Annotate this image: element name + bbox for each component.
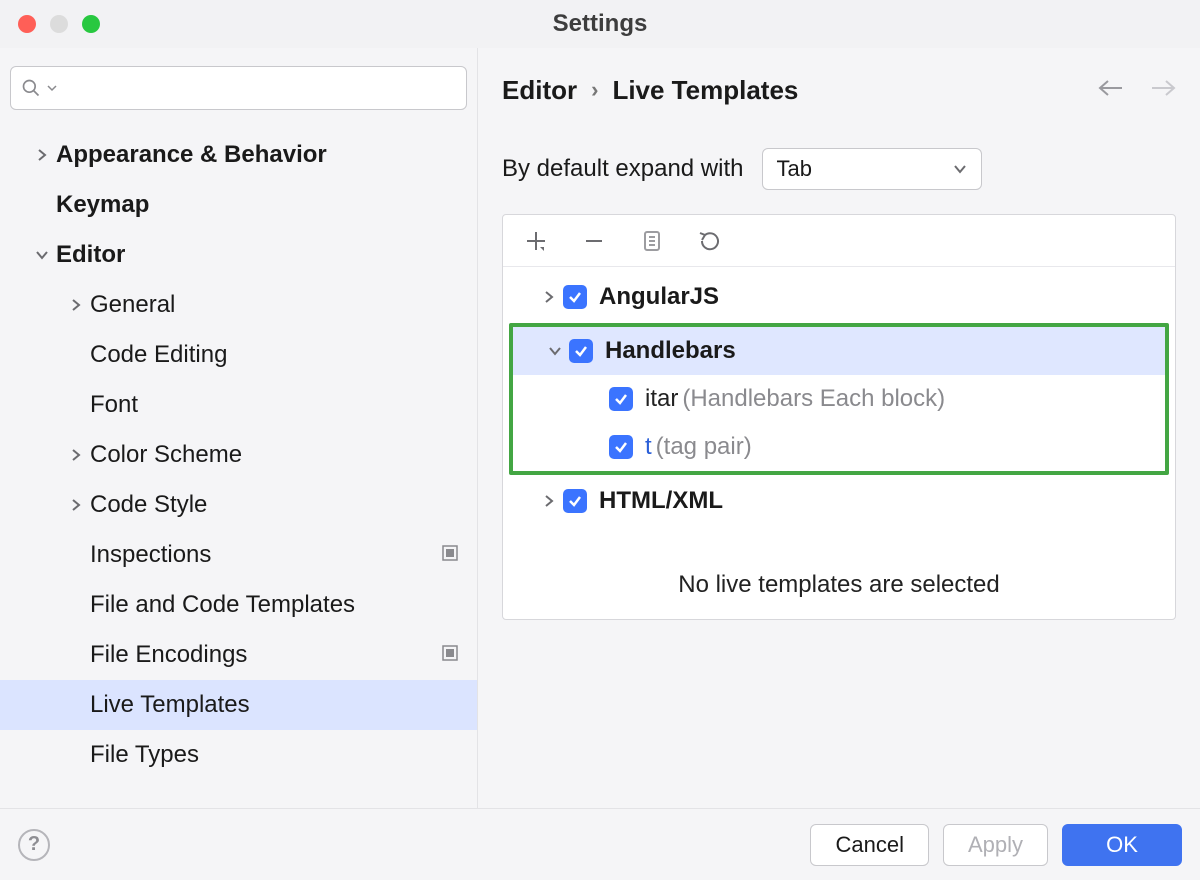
sidebar-item-label: File and Code Templates (90, 591, 477, 619)
chevron-right-icon (62, 298, 90, 312)
template-name: t (645, 433, 652, 461)
remove-icon[interactable] (579, 226, 609, 256)
sidebar-item-label: Code Editing (90, 341, 477, 369)
settings-main: Editor › Live Templates By default expan… (478, 48, 1200, 808)
checkbox-checked-icon[interactable] (609, 387, 633, 411)
window-title: Settings (553, 10, 648, 38)
copy-icon[interactable] (637, 226, 667, 256)
sidebar-item-label: File Encodings (90, 641, 441, 669)
sidebar-item-label: File Types (90, 741, 477, 769)
template-group-htmlxml[interactable]: HTML/XML (503, 477, 1175, 525)
group-label: AngularJS (599, 283, 719, 311)
sidebar-item-editor[interactable]: Editor (0, 230, 477, 280)
chevron-down-icon (953, 164, 967, 174)
cancel-button[interactable]: Cancel (810, 824, 928, 866)
sidebar-item-file-encodings[interactable]: File Encodings (0, 630, 477, 680)
sidebar-item-label: Font (90, 391, 477, 419)
nav-back-icon[interactable] (1098, 79, 1124, 102)
dialog-footer: ? Cancel Apply OK (0, 808, 1200, 880)
profile-scope-icon (441, 541, 459, 569)
add-icon[interactable] (521, 226, 551, 256)
templates-panel: AngularJS Handlebars itar (Handlebars Ea… (502, 214, 1176, 620)
sidebar-item-color-scheme[interactable]: Color Scheme (0, 430, 477, 480)
sidebar-item-label: Color Scheme (90, 441, 477, 469)
group-label: Handlebars (605, 337, 736, 365)
minimize-window-icon[interactable] (50, 15, 68, 33)
chevron-down-icon (541, 345, 569, 357)
ok-button[interactable]: OK (1062, 824, 1182, 866)
settings-tree: Appearance & Behavior Keymap Editor General… (0, 120, 477, 780)
search-input[interactable] (10, 66, 467, 110)
expand-with-value: Tab (777, 156, 812, 182)
checkbox-checked-icon[interactable] (563, 285, 587, 309)
empty-state-text: No live templates are selected (503, 531, 1175, 619)
expand-with-select[interactable]: Tab (762, 148, 982, 190)
settings-sidebar: Appearance & Behavior Keymap Editor General… (0, 48, 478, 808)
sidebar-item-font[interactable]: Font (0, 380, 477, 430)
chevron-right-icon (62, 448, 90, 462)
chevron-right-icon (28, 148, 56, 162)
sidebar-item-label: Editor (56, 241, 477, 269)
breadcrumb-leaf: Live Templates (612, 75, 798, 106)
template-desc: (tag pair) (656, 433, 752, 461)
help-icon[interactable]: ? (18, 829, 50, 861)
apply-button[interactable]: Apply (943, 824, 1048, 866)
titlebar: Settings (0, 0, 1200, 48)
sidebar-item-label: Appearance & Behavior (56, 141, 477, 169)
sidebar-item-live-templates[interactable]: Live Templates (0, 680, 477, 730)
expand-with-label: By default expand with (502, 155, 744, 183)
chevron-right-icon (535, 290, 563, 304)
chevron-right-icon (535, 494, 563, 508)
revert-icon[interactable] (695, 226, 725, 256)
breadcrumb-root[interactable]: Editor (502, 75, 577, 106)
nav-forward-icon[interactable] (1150, 79, 1176, 102)
sidebar-item-label: Code Style (90, 491, 477, 519)
window-controls (18, 15, 100, 33)
checkbox-checked-icon[interactable] (563, 489, 587, 513)
template-name: itar (645, 385, 678, 413)
checkbox-checked-icon[interactable] (609, 435, 633, 459)
search-icon (21, 78, 41, 98)
group-label: HTML/XML (599, 487, 723, 515)
sidebar-item-appearance-behavior[interactable]: Appearance & Behavior (0, 130, 477, 180)
sidebar-item-label: General (90, 291, 477, 319)
search-field[interactable] (63, 77, 456, 100)
template-group-angularjs[interactable]: AngularJS (503, 273, 1175, 321)
chevron-down-icon (47, 83, 57, 93)
sidebar-item-code-style[interactable]: Code Style (0, 480, 477, 530)
template-item[interactable]: t (tag pair) (513, 423, 1165, 471)
sidebar-item-file-types[interactable]: File Types (0, 730, 477, 780)
checkbox-checked-icon[interactable] (569, 339, 593, 363)
sidebar-item-code-editing[interactable]: Code Editing (0, 330, 477, 380)
sidebar-item-keymap[interactable]: Keymap (0, 180, 477, 230)
template-item[interactable]: itar (Handlebars Each block) (513, 375, 1165, 423)
close-window-icon[interactable] (18, 15, 36, 33)
sidebar-item-general[interactable]: General (0, 280, 477, 330)
highlighted-region: Handlebars itar (Handlebars Each block) … (509, 323, 1169, 475)
zoom-window-icon[interactable] (82, 15, 100, 33)
chevron-right-icon (62, 498, 90, 512)
templates-list: AngularJS Handlebars itar (Handlebars Ea… (503, 267, 1175, 531)
profile-scope-icon (441, 641, 459, 669)
sidebar-item-label: Inspections (90, 541, 441, 569)
template-group-handlebars[interactable]: Handlebars (513, 327, 1165, 375)
sidebar-item-file-and-code-templates[interactable]: File and Code Templates (0, 580, 477, 630)
breadcrumb-separator: › (591, 77, 598, 103)
breadcrumb: Editor › Live Templates (502, 75, 798, 106)
templates-toolbar (503, 215, 1175, 267)
sidebar-item-label: Keymap (56, 191, 477, 219)
chevron-down-icon (28, 249, 56, 261)
template-desc: (Handlebars Each block) (682, 385, 945, 413)
sidebar-item-inspections[interactable]: Inspections (0, 530, 477, 580)
sidebar-item-label: Live Templates (90, 691, 477, 719)
